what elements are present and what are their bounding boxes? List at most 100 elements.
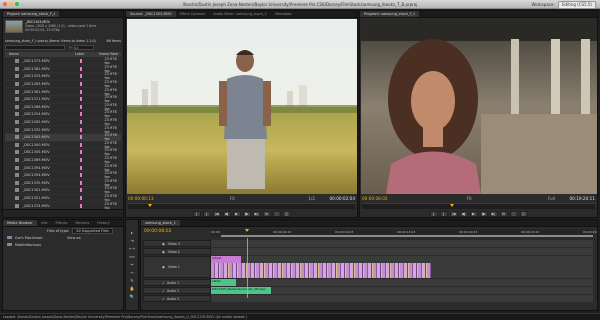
minimize-window-button[interactable]	[9, 2, 13, 6]
program-resolution-select[interactable]: Full	[548, 195, 555, 202]
track-lane[interactable]: DSC1325_Rastanwomansit_dbr.wav	[211, 287, 593, 294]
track-lane[interactable]	[211, 240, 593, 247]
eye-icon[interactable]: ◉	[162, 250, 165, 254]
track-lane[interactable]	[211, 248, 593, 255]
timeline-clip[interactable]: sattar	[211, 279, 236, 286]
go-to-in-button[interactable]: |◀	[449, 211, 458, 217]
program-mini-timeline[interactable]	[362, 203, 595, 209]
step-forward-button[interactable]: |▶	[479, 211, 488, 217]
timeline-ruler[interactable]: 00:00 00:00:04:23 00:00:09:23 00:00:14:23 00…	[211, 229, 597, 237]
project-item-row[interactable]: _DSC1302.MOV23.976 fps	[104, 217, 116, 218]
mark-out-button[interactable]: }	[439, 211, 448, 217]
tab-sequence[interactable]: samsung_stock_1	[141, 220, 180, 226]
timeline-clip[interactable]: DSC1325_Rastanwomansit_dbr.wav	[211, 287, 271, 294]
overwrite-button[interactable]: ⬚	[272, 211, 281, 217]
track-lane[interactable]: Adjust	[211, 256, 593, 278]
tab-metadata[interactable]: Metadata	[271, 11, 296, 17]
close-window-button[interactable]	[3, 2, 7, 6]
go-to-out-button[interactable]: ▶|	[252, 211, 261, 217]
hand-tool-icon[interactable]: ✋	[129, 286, 136, 292]
track-header[interactable]: ◉ Video 3	[143, 240, 211, 247]
label-color-swatch	[79, 66, 83, 71]
ruler-tick-label: 00:00:04:23	[273, 230, 292, 234]
tab-history[interactable]: History	[93, 220, 113, 226]
media-browser-item-gal[interactable]: Gal's MacIntosh View as:	[3, 234, 123, 241]
track-header[interactable]: ◉ Video 2	[143, 248, 211, 255]
insert-button[interactable]: ⧉	[262, 211, 271, 217]
label-color-swatch	[79, 127, 83, 132]
program-playhead[interactable]	[450, 204, 454, 207]
play-button[interactable]: ▶	[469, 211, 478, 217]
source-resolution-select[interactable]: 1/2	[308, 195, 315, 202]
track-lane[interactable]	[211, 295, 593, 302]
zoom-window-button[interactable]	[15, 2, 19, 6]
timeline-track: ◉ Video 2	[143, 248, 593, 255]
timeline-work-area-bar[interactable]	[221, 235, 593, 237]
overwrite-button[interactable]: ⬚	[509, 211, 518, 217]
slip-tool-icon[interactable]: ⇿	[129, 270, 136, 276]
source-playhead[interactable]	[148, 204, 152, 207]
export-frame-button[interactable]: ◱	[282, 211, 291, 217]
program-fit-select[interactable]: Fit	[467, 195, 472, 202]
source-video-frame[interactable]	[127, 19, 358, 194]
track-header[interactable]: ◉ Video 1	[143, 256, 211, 278]
step-back-button[interactable]: ◀|	[459, 211, 468, 217]
export-frame-button[interactable]: ◱	[519, 211, 528, 217]
timeline-current-timecode[interactable]: 00:00:08:02	[144, 229, 171, 234]
tab-program[interactable]: Program: samsung_stock_F_t	[360, 11, 419, 17]
program-current-timecode[interactable]: 00:00:08:02	[362, 195, 388, 202]
label-color-swatch	[79, 195, 83, 200]
track-select-tool-icon[interactable]: ⇥	[129, 238, 136, 244]
tab-project[interactable]: Project: samsung_stock_F_t	[3, 11, 60, 17]
step-forward-button[interactable]: |▶	[242, 211, 251, 217]
tab-effect-controls[interactable]: Effect Controls	[176, 11, 210, 17]
media-browser-item-mobilebackups[interactable]: MobileBackups	[3, 241, 123, 248]
track-header[interactable]: ♪ Audio 2	[143, 287, 211, 294]
source-fit-select[interactable]: Fit	[230, 195, 235, 202]
rolling-edit-tool-icon[interactable]: ⟺	[129, 254, 136, 260]
speaker-icon[interactable]: ♪	[162, 289, 164, 293]
insert-button[interactable]: ⧉	[499, 211, 508, 217]
tab-audio-mixer[interactable]: Audio Mixer: samsung_stock_1	[209, 11, 271, 17]
go-to-out-button[interactable]: ▶|	[489, 211, 498, 217]
source-current-timecode[interactable]: 00:00:00:13	[128, 195, 154, 202]
in-filter-select[interactable]: All	[73, 45, 94, 50]
eye-icon[interactable]: ◉	[162, 265, 165, 269]
razor-tool-icon[interactable]: ✂	[129, 262, 136, 268]
track-header[interactable]: ♪ Audio 3	[143, 295, 211, 302]
play-button[interactable]: ▶	[232, 211, 241, 217]
step-back-button[interactable]: ◀|	[222, 211, 231, 217]
workspace-select[interactable]: Editing (CS5.5)	[557, 1, 596, 9]
column-header-label[interactable]: Label	[75, 52, 99, 57]
tab-media-browser[interactable]: Media Browser	[3, 220, 37, 226]
clip-row-name: _DSC1374.MOV	[22, 203, 50, 208]
program-video-frame[interactable]	[361, 19, 598, 194]
timeline-clip[interactable]: Adjust	[211, 256, 241, 263]
selection-tool-icon[interactable]: ▸	[129, 230, 136, 236]
track-lane[interactable]: sattar	[211, 279, 593, 286]
column-header-frame-rate[interactable]: Frame Rate	[99, 52, 118, 57]
tab-effects[interactable]: Effects	[51, 220, 71, 226]
eye-icon[interactable]: ◉	[162, 242, 165, 246]
mark-in-button[interactable]: {	[429, 211, 438, 217]
ripple-edit-tool-icon[interactable]: ⟷	[129, 246, 136, 252]
speaker-icon[interactable]: ♪	[162, 297, 164, 301]
mark-in-button[interactable]: {	[192, 211, 201, 217]
source-mini-timeline[interactable]	[128, 203, 355, 209]
speaker-icon[interactable]: ♪	[162, 281, 164, 285]
files-of-type-select[interactable]: All Supported Files	[72, 227, 113, 234]
track-header[interactable]: ♪ Audio 1	[143, 279, 211, 286]
mark-out-button[interactable]: }	[202, 211, 211, 217]
video-clip-icon	[15, 188, 20, 193]
tab-info[interactable]: Info	[37, 220, 52, 226]
zoom-tool-icon[interactable]: 🔍	[129, 294, 136, 300]
pen-tool-icon[interactable]: ✎	[129, 278, 136, 284]
tab-source[interactable]: Source: _DSC1303.MOV	[126, 11, 176, 17]
project-search-input[interactable]	[5, 45, 65, 50]
clip-thumbnail[interactable]	[5, 20, 23, 33]
tab-markers[interactable]: Markers	[71, 220, 93, 226]
timeline-playhead-marker[interactable]	[245, 229, 249, 232]
column-header-name[interactable]: Name	[5, 52, 75, 57]
go-to-in-button[interactable]: |◀	[212, 211, 221, 217]
video-clip-strip[interactable]	[211, 263, 431, 278]
